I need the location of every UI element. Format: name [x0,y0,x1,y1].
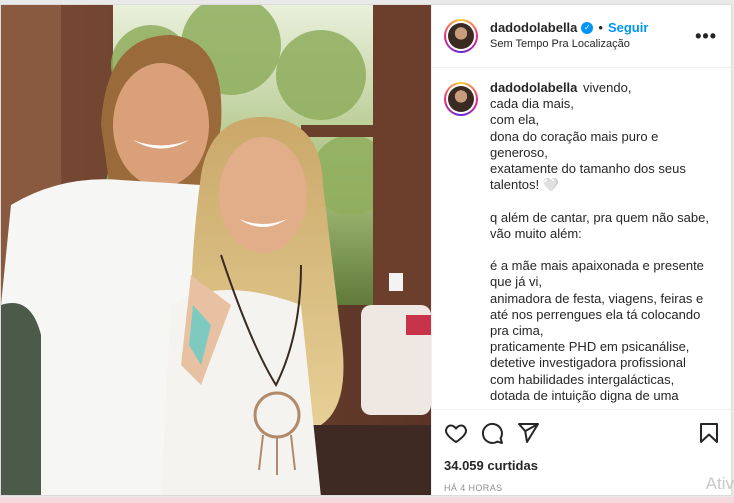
caption-avatar-image [448,86,474,112]
caption-line: dadodolabella vivendo, [490,80,709,96]
caption-username-link[interactable]: dadodolabella [490,80,577,95]
comment-icon[interactable] [480,421,504,445]
share-icon[interactable] [516,421,540,445]
post-header: dadodolabella ✓ • Seguir Sem Tempo Pra L… [432,5,731,68]
caption-line: animadora de festa, viagens, feiras e [490,290,704,306]
caption-line: exatamente do tamanho dos seus [490,161,686,177]
location-link[interactable]: Sem Tempo Pra Localização [490,36,691,52]
separator-dot: • [598,20,603,35]
couple-photo-illustration [1,5,431,495]
caption-line: vão muito além: [490,225,582,241]
caption-line: dotada de intuição digna de uma [490,387,679,403]
instagram-post: dadodolabella ✓ • Seguir Sem Tempo Pra L… [0,4,732,496]
avatar-image [448,23,474,49]
caption-line: dona do coração mais puro e [490,128,659,144]
windows-activation-watermark: Ativ [705,474,734,493]
caption-line: com habilidades intergalácticas, [490,371,675,387]
caption-line: até nos perrengues ela tá colocando [490,306,701,322]
username-link[interactable]: dadodolabella [490,20,577,36]
caption-line-text: vivendo, [583,80,632,95]
follow-button[interactable]: Seguir [608,20,648,36]
post-photo[interactable] [1,5,431,495]
verified-badge-icon: ✓ [581,22,594,34]
caption-line: cada dia mais, [490,96,574,112]
more-options-icon[interactable]: ••• [691,26,721,47]
action-icons [444,414,721,452]
caption-line: talentos! 🤍 [490,177,559,193]
caption-avatar[interactable] [444,82,478,116]
caption-line: que já vi, [490,274,543,290]
post-actions: 34.059 curtidas HÁ 4 HORAS [432,409,731,495]
caption-line: detetive investigadora profissional [490,355,686,371]
caption-line: q além de cantar, pra quem não sabe, [490,209,709,225]
post-side-panel: dadodolabella ✓ • Seguir Sem Tempo Pra L… [431,5,731,495]
caption-line: com ela, [490,112,540,128]
post-header-row: dadodolabella ✓ • Seguir [490,20,691,36]
caption-line: praticamente PHD em psicanálise, [490,339,690,355]
post-timestamp[interactable]: HÁ 4 HORAS [444,483,721,493]
caption-line [490,193,709,209]
heart-icon[interactable] [444,421,468,445]
avatar-inner [446,21,476,51]
caption-text: dadodolabella vivendo, cada dia mais, co… [490,80,709,409]
caption-line: pra cima, [490,323,544,339]
likes-count[interactable]: 34.059 curtidas [444,458,721,473]
caption-line: é a mãe mais apaixonada e presente [490,258,704,274]
bottom-bar [0,497,734,503]
caption-section: dadodolabella vivendo, cada dia mais, co… [432,68,731,409]
caption-line: generoso, [490,144,548,160]
bookmark-icon[interactable] [697,421,721,445]
avatar[interactable] [444,19,478,53]
caption-line [490,242,709,258]
caption-avatar-inner [446,84,476,114]
post-header-meta: dadodolabella ✓ • Seguir Sem Tempo Pra L… [490,20,691,52]
